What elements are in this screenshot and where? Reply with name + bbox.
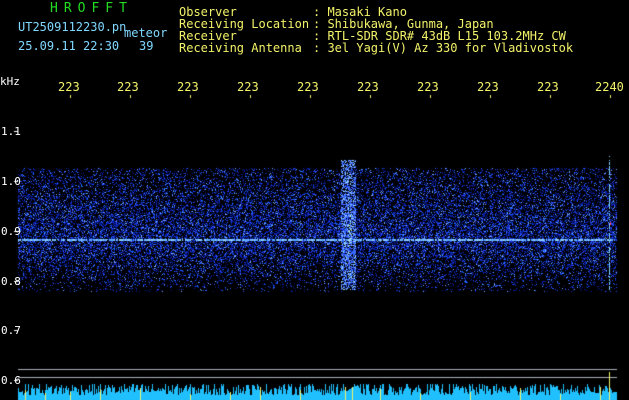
count-label: 39 bbox=[139, 39, 154, 53]
freq-label: 0.8 bbox=[1, 275, 21, 288]
datetime-label: 25.09.11 22:30 bbox=[18, 39, 120, 53]
info-label-antenna: Receiving Antenna bbox=[179, 41, 302, 55]
spectrogram-canvas bbox=[0, 0, 629, 400]
filename-label: UT2509112230.pn bbox=[18, 20, 127, 34]
time-tick: 223 bbox=[297, 80, 319, 94]
time-tick: 2240 bbox=[595, 80, 624, 94]
freq-label: 0.6 bbox=[1, 374, 21, 387]
freq-label: 0.7 bbox=[1, 324, 21, 337]
time-tick: 223 bbox=[537, 80, 559, 94]
freq-label: 0.9 bbox=[1, 225, 21, 238]
meteor-tag: meteor bbox=[124, 26, 168, 40]
time-tick: 223 bbox=[357, 80, 379, 94]
info-value-antenna: : 3el Yagi(V) Az 330 for Vladivostok bbox=[313, 41, 574, 55]
time-tick: 223 bbox=[177, 80, 199, 94]
time-tick: 223 bbox=[237, 80, 259, 94]
time-tick: 223 bbox=[477, 80, 499, 94]
time-tick: 223 bbox=[117, 80, 139, 94]
time-tick: 223 bbox=[58, 80, 80, 94]
freq-label: 1.1 bbox=[1, 125, 21, 138]
freq-unit-label: kHz bbox=[0, 75, 20, 88]
time-tick: 223 bbox=[417, 80, 439, 94]
freq-label: 1.0 bbox=[1, 175, 21, 188]
app-brand: HROFFT bbox=[50, 1, 133, 16]
